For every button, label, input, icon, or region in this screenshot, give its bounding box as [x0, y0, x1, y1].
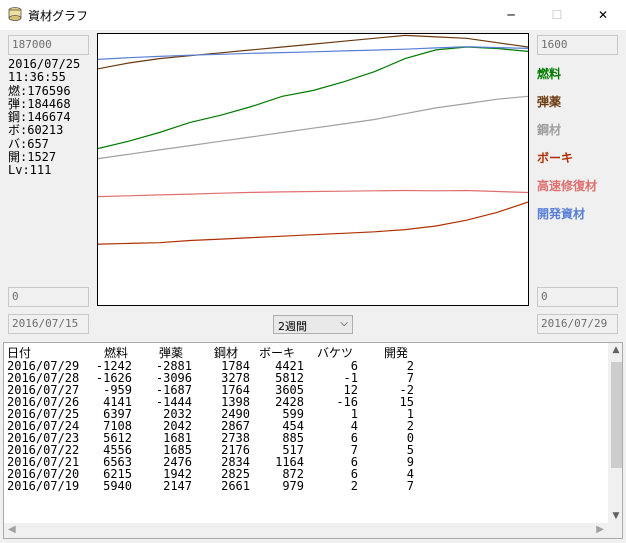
table-row[interactable]: 2016/07/24 7108 2042 2867 454 4 2 — [4, 420, 604, 432]
stats-devmat: 開:1527 — [8, 150, 57, 165]
stats-fuel: 燃:176596 — [8, 83, 71, 98]
left-axis-min-field[interactable]: 0 — [8, 287, 89, 307]
period-select[interactable]: 2週間 ⌵ — [273, 315, 353, 334]
chart-plot — [98, 34, 528, 245]
series-line-4 — [98, 189, 528, 198]
close-button[interactable]: ✕ — [580, 0, 626, 30]
table-header: 日付 燃料 弾薬 鋼材 ボーキ バケツ 開発 — [4, 347, 604, 359]
table-row[interactable]: 2016/07/20 6215 1942 2825 872 6 4 — [4, 468, 604, 480]
table-cell: 2016/07/19 — [7, 479, 80, 493]
daily-delta-table[interactable]: 日付 燃料 弾薬 鋼材 ボーキ バケツ 開発 2016/07/29 -1242 -2… — [3, 342, 623, 539]
header-date: 日付 — [7, 346, 32, 360]
vertical-scrollbar[interactable]: ▲ ▼ — [608, 343, 622, 523]
header-devmat: 開発 — [384, 346, 409, 360]
table-row[interactable]: 2016/07/22 4556 1685 2176 517 7 5 — [4, 444, 604, 456]
scroll-down-icon[interactable]: ▼ — [608, 511, 622, 521]
legend-bucket: 高速修復材 — [537, 179, 598, 193]
table-cell: 7 — [406, 479, 414, 493]
legend-steel: 鋼材 — [537, 123, 562, 137]
table-cell: 2661 — [221, 479, 250, 493]
legend-fuel: 燃料 — [537, 67, 562, 81]
table-row[interactable]: 2016/07/26 4141 -1444 1398 2428 -16 15 — [4, 396, 604, 408]
date-to-field[interactable]: 2016/07/29 — [537, 314, 618, 334]
resource-chart — [97, 33, 529, 306]
table-row[interactable]: 2016/07/23 5612 1681 2738 885 6 0 — [4, 432, 604, 444]
scroll-left-icon[interactable]: ◀ — [8, 524, 16, 535]
header-fuel: 燃料 — [104, 346, 129, 360]
table-row[interactable]: 2016/07/28 -1626 -3096 3278 5812 -1 7 — [4, 372, 604, 384]
table-row[interactable]: 2016/07/29 -1242 -2881 1784 4421 6 2 — [4, 360, 604, 372]
table-cell: 2 — [350, 479, 358, 493]
stats-steel: 鋼:146674 — [8, 110, 71, 125]
stats-readout: 2016/07/25 11:36:55 燃:176596 弾:184468 鋼:… — [8, 57, 81, 178]
legend-ammo: 弾薬 — [537, 95, 562, 109]
table-row[interactable]: 2016/07/19 5940 2147 2661 979 2 7 — [4, 480, 604, 492]
table-cell: 5940 — [103, 479, 132, 493]
table-row[interactable]: 2016/07/27 -959 -1687 1764 3605 12 -2 — [4, 384, 604, 396]
series-line-5 — [98, 46, 528, 60]
stats-time: 11:36:55 — [8, 70, 66, 85]
window-title: 資材グラフ — [28, 9, 89, 23]
horizontal-scrollbar[interactable]: ◀ ▶ — [4, 523, 608, 538]
scroll-thumb[interactable] — [611, 362, 622, 468]
table-row[interactable]: 2016/07/21 6563 2476 2834 1164 6 9 — [4, 456, 604, 468]
app-icon — [8, 7, 22, 21]
right-axis-min-field[interactable]: 0 — [537, 287, 618, 307]
minimize-button[interactable]: ─ — [488, 0, 534, 30]
date-from-field[interactable]: 2016/07/15 — [8, 314, 89, 334]
series-line-2 — [98, 95, 528, 160]
header-steel: 鋼材 — [214, 346, 239, 360]
stats-ammo: 弾:184468 — [8, 96, 71, 111]
series-line-3 — [98, 201, 528, 245]
scroll-up-icon[interactable]: ▲ — [608, 345, 622, 355]
right-axis-max-field[interactable]: 1600 — [537, 35, 618, 55]
chevron-down-icon: ⌵ — [340, 318, 348, 329]
left-axis-max-field[interactable]: 187000 — [8, 35, 89, 55]
header-bucket: バケツ — [317, 346, 354, 360]
scroll-right-icon[interactable]: ▶ — [596, 524, 604, 535]
legend-devmat: 開発資材 — [537, 207, 586, 221]
stats-date: 2016/07/25 — [8, 57, 81, 71]
stats-bucket: バ:657 — [8, 136, 49, 151]
scrollbar-corner — [608, 523, 622, 538]
stats-bauxite: ボ:60213 — [8, 123, 64, 138]
table-row[interactable]: 2016/07/25 6397 2032 2490 599 1 1 — [4, 408, 604, 420]
header-bauxite: ボーキ — [259, 346, 296, 360]
header-ammo: 弾薬 — [159, 346, 184, 360]
series-line-0 — [98, 46, 528, 150]
maximize-button[interactable]: ☐ — [534, 0, 580, 30]
title-bar: 資材グラフ ─ ☐ ✕ — [0, 0, 626, 30]
legend-bauxite: ボーキ — [537, 151, 574, 165]
period-select-value: 2週間 — [278, 320, 307, 333]
table-cell: 979 — [282, 479, 304, 493]
table-cell: 2147 — [163, 479, 192, 493]
stats-level: Lv:111 — [8, 163, 52, 178]
